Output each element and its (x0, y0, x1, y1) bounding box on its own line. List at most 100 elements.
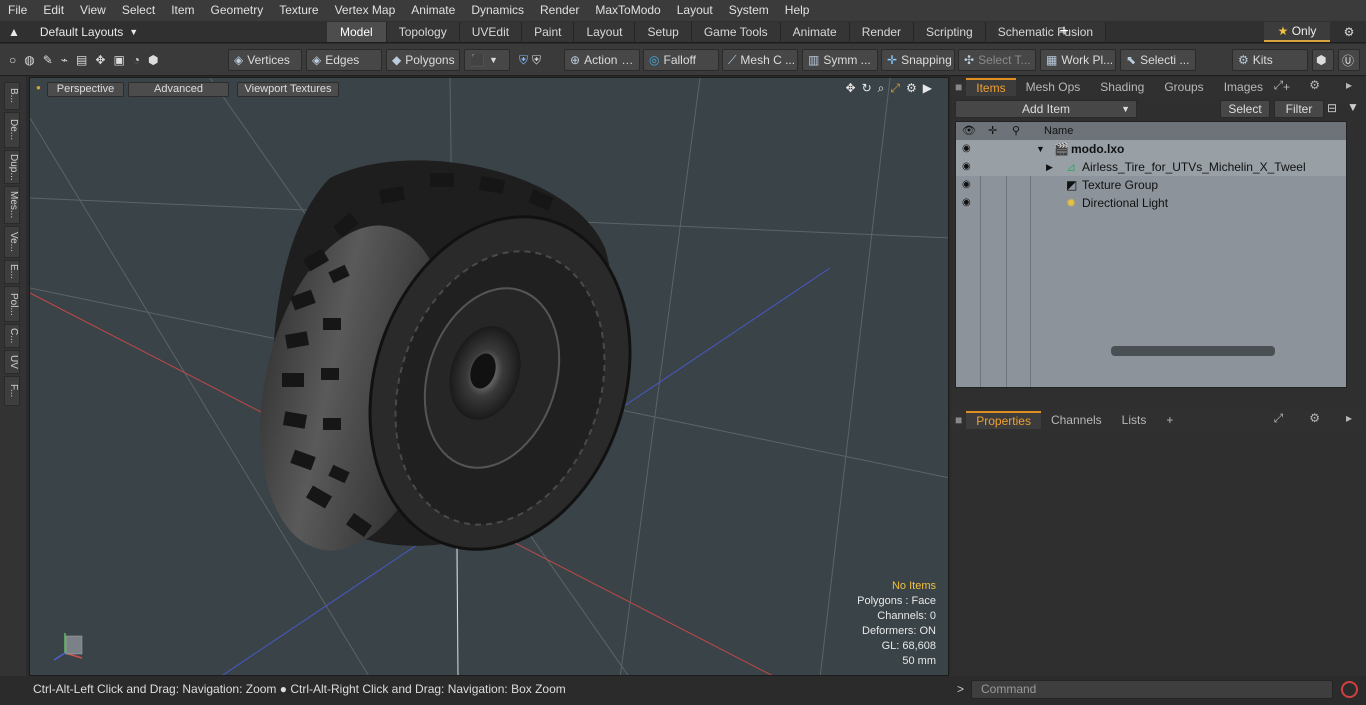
strip-tab-polygon[interactable]: Pol... (4, 286, 20, 322)
list-item[interactable]: ◉ ✹ Directional Light (956, 194, 1346, 212)
play-arrow-icon[interactable]: ▶ (923, 81, 932, 96)
select-through-button[interactable]: ✣ Select T... (958, 49, 1036, 71)
tab-setup[interactable]: Setup (635, 22, 692, 42)
align-icon[interactable]: ▤ (76, 53, 87, 67)
tab-properties[interactable]: Properties (966, 411, 1041, 429)
strip-tab-duplicate[interactable]: Dup... (4, 150, 20, 184)
eye-icon[interactable]: ◉ (962, 158, 971, 176)
item-mode-button[interactable]: ⬛ ▼ (464, 49, 510, 71)
unity-icon[interactable]: ⬢ (1312, 49, 1334, 71)
move-icon[interactable]: ✥ (846, 81, 856, 96)
tab-animate[interactable]: Animate (780, 22, 850, 42)
eye-icon[interactable]: ◉ (962, 140, 971, 158)
tire-model[interactable] (233, 160, 672, 583)
menu-geometry[interactable]: Geometry (203, 0, 272, 21)
tab-paint[interactable]: Paint (522, 22, 575, 42)
falloff-button[interactable]: ◎ Falloff (643, 49, 719, 71)
collapse-icon[interactable]: ⊟ (1327, 101, 1337, 115)
tab-model[interactable]: Model (327, 22, 387, 42)
lock-column-icon[interactable]: ✛ (988, 122, 997, 140)
menu-render[interactable]: Render (532, 0, 587, 21)
strip-tab-edge[interactable]: E... (4, 260, 20, 284)
viewport-textures-button[interactable]: Viewport Textures (237, 82, 339, 97)
visibility-column-icon[interactable]: 👁 (962, 122, 976, 140)
menu-vertex-map[interactable]: Vertex Map (327, 0, 404, 21)
tab-lists[interactable]: Lists (1112, 413, 1157, 427)
command-input[interactable]: Command (971, 680, 1333, 699)
symmetry-button[interactable]: ▥ Symm ... (802, 49, 878, 71)
menu-system[interactable]: System (721, 0, 777, 21)
only-button[interactable]: ★ Only (1264, 22, 1330, 42)
edges-button[interactable]: ◈ Edges (306, 49, 382, 71)
panel-arrow-icon[interactable]: ▸ (1336, 411, 1362, 426)
vertices-button[interactable]: ◈ Vertices (228, 49, 302, 71)
filter-button[interactable]: Filter (1274, 100, 1324, 118)
menu-item[interactable]: Item (163, 0, 202, 21)
eye-icon[interactable]: ◉ (962, 176, 971, 194)
zoom-icon[interactable]: ⌕ (878, 81, 885, 96)
maximize-icon[interactable]: ⤢ (890, 81, 900, 96)
rotate-icon[interactable]: ◔ (133, 53, 140, 67)
selection-sets-button[interactable]: ⬉ Selecti ... (1120, 49, 1196, 71)
strip-tab-fusion[interactable]: F... (4, 376, 20, 406)
tab-uvedit[interactable]: UVEdit (459, 22, 523, 42)
panel-gear-icon[interactable]: ⚙ (1299, 411, 1330, 426)
mesh-constraint-button[interactable]: ⟋ Mesh C ... (722, 49, 798, 71)
rotate-view-icon[interactable]: ↻ (862, 81, 872, 96)
expand-arrow-icon[interactable]: ▼ (1036, 140, 1045, 158)
layout-selector[interactable]: ▲ Default Layouts ▼ (8, 21, 138, 43)
menu-help[interactable]: Help (777, 0, 818, 21)
menu-edit[interactable]: Edit (35, 0, 72, 21)
eye-icon[interactable]: ◉ (962, 194, 971, 212)
panel-gear-icon[interactable]: ⚙ (1299, 78, 1330, 93)
tab-shading[interactable]: Shading (1090, 80, 1154, 94)
list-item[interactable]: ◉ ▼ 🎬 modo.lxo (956, 140, 1346, 158)
funnel-icon[interactable]: ▼ (1347, 100, 1359, 114)
action-center-button[interactable]: ⊕ Action… (564, 49, 640, 71)
expand-icon[interactable]: ⤢ (1264, 78, 1294, 93)
shield-icon[interactable]: ⬢ (148, 53, 158, 67)
item-list-scrollbar[interactable] (1111, 346, 1275, 356)
tab-layout[interactable]: Layout (574, 22, 636, 42)
panel-arrow-icon[interactable]: ▸ (1336, 78, 1362, 93)
menu-texture[interactable]: Texture (271, 0, 326, 21)
tab-render[interactable]: Render (849, 22, 915, 42)
tab-topology[interactable]: Topology (386, 22, 460, 42)
circle-select-icon[interactable]: ○ (9, 53, 16, 67)
viewport-gear-icon[interactable]: ⚙ (906, 81, 917, 96)
polygons-button[interactable]: ◆ Polygons (386, 49, 460, 71)
gear-icon[interactable]: ⚙ (1336, 22, 1362, 42)
list-item[interactable]: ◉ ◩ Texture Group (956, 176, 1346, 194)
strip-tab-deform[interactable]: De... (4, 112, 20, 148)
menu-select[interactable]: Select (114, 0, 163, 21)
tab-mesh-ops[interactable]: Mesh Ops (1016, 80, 1091, 94)
add-item-button[interactable]: Add Item ▼ (955, 100, 1137, 118)
tab-game-tools[interactable]: Game Tools (691, 22, 781, 42)
add-tab-icon[interactable]: + (1056, 21, 1072, 43)
pen-icon[interactable]: ✎ (43, 53, 53, 67)
3d-viewport[interactable]: ● Perspective Advanced Viewport Textures… (29, 77, 949, 676)
tab-scripting[interactable]: Scripting (914, 22, 986, 42)
strip-tab-basic[interactable]: B... (4, 82, 20, 110)
snapping-button[interactable]: ✛ Snapping (881, 49, 955, 71)
tab-items[interactable]: Items (966, 78, 1016, 96)
transform-icon[interactable]: ✥ (95, 53, 105, 67)
unreal-icon[interactable]: Ⓤ (1338, 49, 1360, 71)
add-panel-tab-icon[interactable]: + (1156, 413, 1183, 427)
strip-tab-curve[interactable]: C... (4, 324, 20, 348)
tab-channels[interactable]: Channels (1041, 413, 1112, 427)
work-plane-button[interactable]: ▦ Work Pl... (1040, 49, 1116, 71)
shield-white-icon[interactable]: ⛨ (532, 53, 541, 68)
strip-tab-vertex[interactable]: Ve... (4, 226, 20, 258)
shield-blue-icon[interactable]: ⛨ (519, 53, 528, 68)
list-item[interactable]: ◉ ▶ ⊿ Airless_Tire_for_UTVs_Michelin_X_T… (956, 158, 1346, 176)
advanced-button[interactable]: Advanced (128, 82, 229, 97)
element-icon[interactable]: ▣ (113, 53, 124, 67)
name-column-header[interactable]: Name (1044, 122, 1073, 140)
menu-maxtomodo[interactable]: MaxToModo (587, 0, 668, 21)
menu-animate[interactable]: Animate (403, 0, 463, 21)
expand-icon[interactable]: ⤢ (1264, 411, 1294, 426)
brush-icon[interactable]: ⌁ (61, 53, 68, 67)
expand-arrow-icon[interactable]: ▶ (1046, 158, 1053, 176)
strip-tab-mesh-edit[interactable]: Mes... (4, 186, 20, 224)
